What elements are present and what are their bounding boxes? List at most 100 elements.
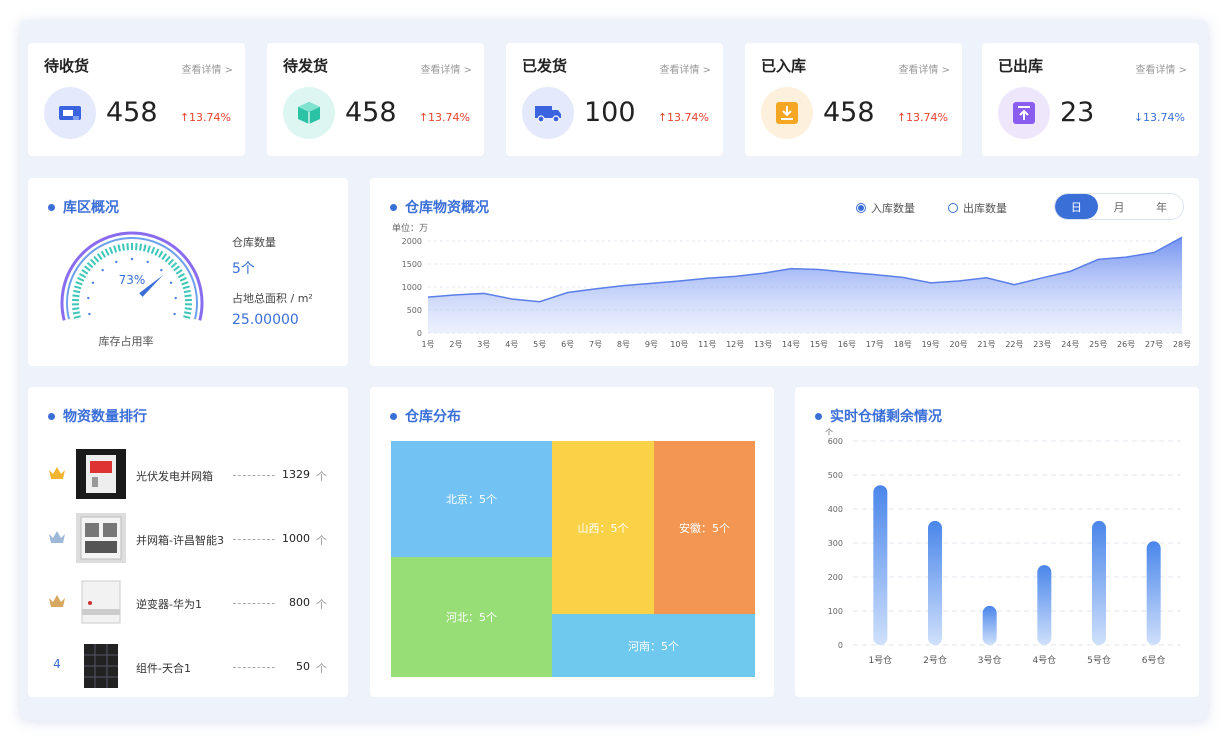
view-details-link[interactable]: 查看详情 >: [659, 61, 711, 76]
product-unit: 个: [316, 534, 327, 547]
y-tick-label: 100: [828, 607, 843, 616]
x-tick-label: 13号: [754, 340, 772, 349]
stat-change: ↓13.74%: [1133, 111, 1185, 124]
bar: [1037, 565, 1052, 645]
download-icon: [775, 101, 799, 125]
product-name: 光伏发电并网箱: [136, 470, 213, 483]
bar: [1146, 541, 1161, 645]
bar: [928, 520, 942, 645]
ranking-title: 物资数量排行: [48, 406, 147, 426]
stat-value: 23: [1060, 97, 1095, 128]
gauge-tick: [73, 315, 81, 319]
leader-dashes: [233, 475, 275, 476]
treemap-cell-beijing[interactable]: 北京：5个: [391, 441, 552, 557]
x-tick-label: 11号: [698, 340, 716, 349]
product-name: 并网箱-许昌智能3: [136, 534, 224, 547]
gauge-tick: [184, 307, 192, 310]
treemap-cell-henan[interactable]: 河南：5个: [552, 614, 755, 677]
x-tick-label: 16号: [838, 340, 856, 349]
toggle-year[interactable]: 年: [1140, 194, 1183, 219]
gauge-tick: [72, 311, 80, 315]
gauge-dot: [160, 268, 163, 272]
treemap-label: 河南：5个: [628, 639, 679, 653]
treemap-label: 河北：5个: [446, 611, 497, 624]
stat-icon-wrap: [44, 87, 96, 139]
gauge-tick: [81, 269, 89, 275]
crown-icon: [49, 595, 65, 607]
gauge-dot: [101, 268, 104, 272]
gauge-tick: [73, 289, 81, 294]
product-count: 50: [296, 660, 310, 673]
legend-in[interactable]: 入库数量: [856, 200, 915, 216]
toggle-month[interactable]: 月: [1098, 194, 1141, 219]
rank-number: 4: [53, 657, 61, 671]
count-value: 5个: [232, 261, 255, 277]
gauge-percent: 73%: [119, 273, 146, 287]
treemap-cell-hebei[interactable]: 河北：5个: [391, 557, 552, 677]
x-tick-label: 19号: [922, 340, 940, 349]
x-tick-label: 26号: [1117, 340, 1135, 349]
gauge-tick: [117, 244, 122, 252]
stat-change: ↑13.74%: [418, 111, 470, 124]
gauge-dot: [174, 296, 177, 300]
gauge-tick: [157, 250, 164, 258]
product-count: 1000: [282, 532, 310, 545]
view-details-link[interactable]: 查看详情 >: [898, 61, 950, 76]
x-tick-label: 28号: [1173, 340, 1191, 349]
product-name: 组件-天合1: [136, 662, 191, 675]
count-label: 仓库数量: [232, 236, 276, 249]
gauge-tick: [142, 244, 147, 252]
gauge-tick: [75, 281, 83, 286]
zone-title: 库区概况: [48, 197, 119, 217]
gauge-tick: [72, 294, 80, 298]
y-tick-label: 0: [417, 329, 422, 338]
product-count: 1329: [282, 468, 310, 481]
gauge-tick: [184, 294, 192, 298]
x-tick-label: 3号仓: [978, 654, 1002, 666]
gauge-dot: [88, 312, 91, 316]
gauge-tick: [182, 285, 190, 290]
inbox-icon: [57, 102, 83, 124]
gauge-tick: [79, 272, 87, 279]
gauge-dot: [115, 260, 118, 264]
product-image: [76, 449, 126, 499]
gauge-tick: [184, 311, 192, 315]
gauge-dot: [173, 312, 176, 316]
x-tick-label: 15号: [810, 340, 828, 349]
dashboard-frame: 待收货 查看详情 >458 ↑13.74% 待发货 查看详情 >458 ↑13.74% …: [20, 20, 1208, 720]
y-tick-label: 600: [828, 437, 843, 446]
gauge-tick: [135, 243, 138, 251]
product-unit: 个: [316, 470, 327, 483]
area-series-fill: [428, 237, 1182, 333]
arrow-up-icon: ↑: [896, 111, 907, 124]
treemap-label: 山西：5个: [577, 521, 629, 535]
gauge-dot: [87, 296, 90, 300]
remaining-card: 实时仓储剩余情况 个 0 100 200 300 400 500 600 1号仓 2号仓 3号仓 4…: [795, 387, 1199, 697]
product-image: [76, 641, 126, 691]
stat-icon-wrap: [998, 87, 1050, 139]
view-details-link[interactable]: 查看详情 >: [181, 61, 233, 76]
view-details-link[interactable]: 查看详情 >: [1135, 61, 1187, 76]
gauge-tick: [121, 243, 125, 251]
y-tick-label: 500: [407, 306, 422, 315]
x-tick-label: 12号: [726, 340, 744, 349]
gauge-tick: [83, 265, 91, 272]
gauge-tick: [100, 250, 107, 258]
product-image: [76, 577, 126, 627]
view-details-link[interactable]: 查看详情 >: [420, 61, 472, 76]
stat-card: 待收货 查看详情 > 458 ↑13.74%: [28, 43, 245, 156]
treemap-cell-shanxi[interactable]: 山西：5个: [552, 441, 654, 614]
gauge-tick: [139, 243, 143, 251]
toggle-day[interactable]: 日: [1055, 194, 1098, 219]
stat-card: 待发货 查看详情 > 458 ↑13.74%: [267, 43, 484, 156]
x-tick-label: 5号仓: [1087, 654, 1111, 666]
gauge-dot: [130, 257, 134, 261]
warehouse-overview-card: 仓库物资概况 入库数量 出库数量 日 月 年 单位：万 0 500 1000 1500…: [370, 178, 1199, 366]
gauge-dot: [169, 281, 173, 284]
treemap-cell-anhui[interactable]: 安徽：5个: [654, 441, 755, 614]
gauge-tick: [72, 307, 80, 310]
gauge-tick: [146, 245, 151, 253]
stat-icon-wrap: [522, 87, 574, 139]
legend-out[interactable]: 出库数量: [948, 200, 1007, 216]
gauge-tick: [179, 276, 187, 282]
